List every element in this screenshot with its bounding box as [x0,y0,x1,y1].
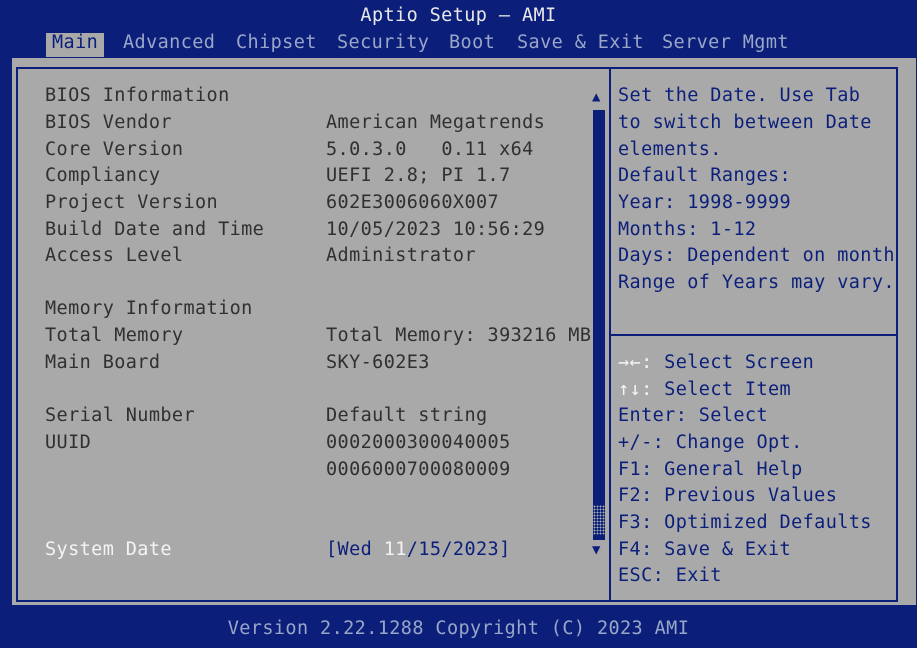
key-desc: Select Item [652,379,792,400]
key-desc: Optimized Defaults [652,512,872,533]
key-select-screen: →←: Select Screen [618,353,814,373]
key-f4: F4: Save & Exit [618,540,791,560]
key-name: F1: [618,459,653,480]
help-line-4: Default Ranges: [618,165,792,186]
tab-boot[interactable]: Boot [443,33,501,57]
bios-vendor-label: BIOS Vendor [45,112,172,133]
build-date-value: 10/05/2023 10:56:29 [326,219,546,240]
uuid-value-line1: 0002000300040005 [326,432,511,453]
key-desc: Select [687,405,768,426]
bios-vendor-value: American Megatrends [326,112,546,133]
arrows-ud-icon: ↑↓: [618,379,653,400]
project-version-label: Project Version [45,192,219,213]
key-name: +/-: [618,432,665,453]
help-line-1: Set the Date. Use Tab [618,85,861,106]
total-memory-value: Total Memory: 393216 MB [326,325,592,346]
key-name: F3: [618,512,653,533]
tab-main[interactable]: Main [46,33,105,57]
total-memory-label: Total Memory [45,325,184,346]
build-date-label: Build Date and Time [45,219,265,240]
core-version-value: 5.0.3.0 0.11 x64 [326,139,534,160]
frame-bottom-border [16,600,898,602]
tab-security[interactable]: Security [331,33,435,57]
key-name: Enter: [618,405,688,426]
uuid-value-line2: 0006000700080009 [326,459,511,480]
scrollbar-thumb[interactable] [593,505,605,535]
scrollbar[interactable] [593,110,605,540]
key-f3: F3: Optimized Defaults [618,513,872,533]
project-version-value: 602E3006060X007 [326,192,500,213]
bios-info-heading: BIOS Information [45,85,230,106]
key-change-opt: +/-: Change Opt. [618,433,803,453]
system-date-label[interactable]: System Date [45,540,172,560]
main-board-value: SKY-602E3 [326,352,430,373]
serial-number-value: Default string [326,405,488,426]
key-desc: Exit [664,565,722,586]
system-date-rest: /15/2023] [406,539,511,560]
uuid-label: UUID [45,432,92,453]
key-f2: F2: Previous Values [618,486,837,506]
frame-left-border [16,67,18,602]
help-line-8: Range of Years may vary. [618,272,895,293]
key-esc: ESC: Exit [618,566,722,586]
serial-number-label: Serial Number [45,405,195,426]
tab-chipset[interactable]: Chipset [230,33,323,57]
tab-advanced[interactable]: Advanced [117,33,221,57]
memory-info-heading: Memory Information [45,298,253,319]
key-select-item: ↑↓: Select Item [618,380,791,400]
arrows-lr-icon: →←: [618,352,653,373]
system-date-field[interactable]: [Wed 11/15/2023] [326,540,511,560]
version-footer: Version 2.22.1288 Copyright (C) 2023 AMI [227,618,690,639]
key-desc: General Help [652,459,803,480]
help-divider [611,334,896,336]
scroll-up-icon[interactable]: ▲ [592,90,601,104]
tab-server-mgmt[interactable]: Server Mgmt [656,33,795,57]
help-line-5: Year: 1998-9999 [618,192,792,213]
frame-right-border [896,67,898,602]
compliancy-label: Compliancy [45,165,161,186]
scroll-down-icon[interactable]: ▼ [592,543,601,557]
key-name: ESC: [618,565,665,586]
key-desc: Change Opt. [664,432,803,453]
help-line-6: Months: 1-12 [618,219,757,240]
key-desc: Previous Values [652,485,838,506]
tab-save-exit[interactable]: Save & Exit [511,33,650,57]
key-name: F2: [618,485,653,506]
help-line-7: Days: Dependent on month [618,245,895,266]
help-line-2: to switch between Date [618,112,872,133]
system-date-month[interactable]: 11 [384,539,407,560]
window-title: Aptio Setup – AMI [360,5,557,26]
key-desc: Select Screen [652,352,815,373]
system-date-prefix: [Wed [326,539,384,560]
frame-top-border [16,67,898,69]
access-level-value: Administrator [326,245,476,266]
key-name: F4: [618,539,653,560]
key-enter: Enter: Select [618,406,768,426]
core-version-label: Core Version [45,139,184,160]
access-level-label: Access Level [45,245,184,266]
key-f1: F1: General Help [618,460,803,480]
main-board-label: Main Board [45,352,161,373]
compliancy-value: UEFI 2.8; PI 1.7 [326,165,511,186]
help-line-3: elements. [618,139,722,160]
key-desc: Save & Exit [652,539,792,560]
